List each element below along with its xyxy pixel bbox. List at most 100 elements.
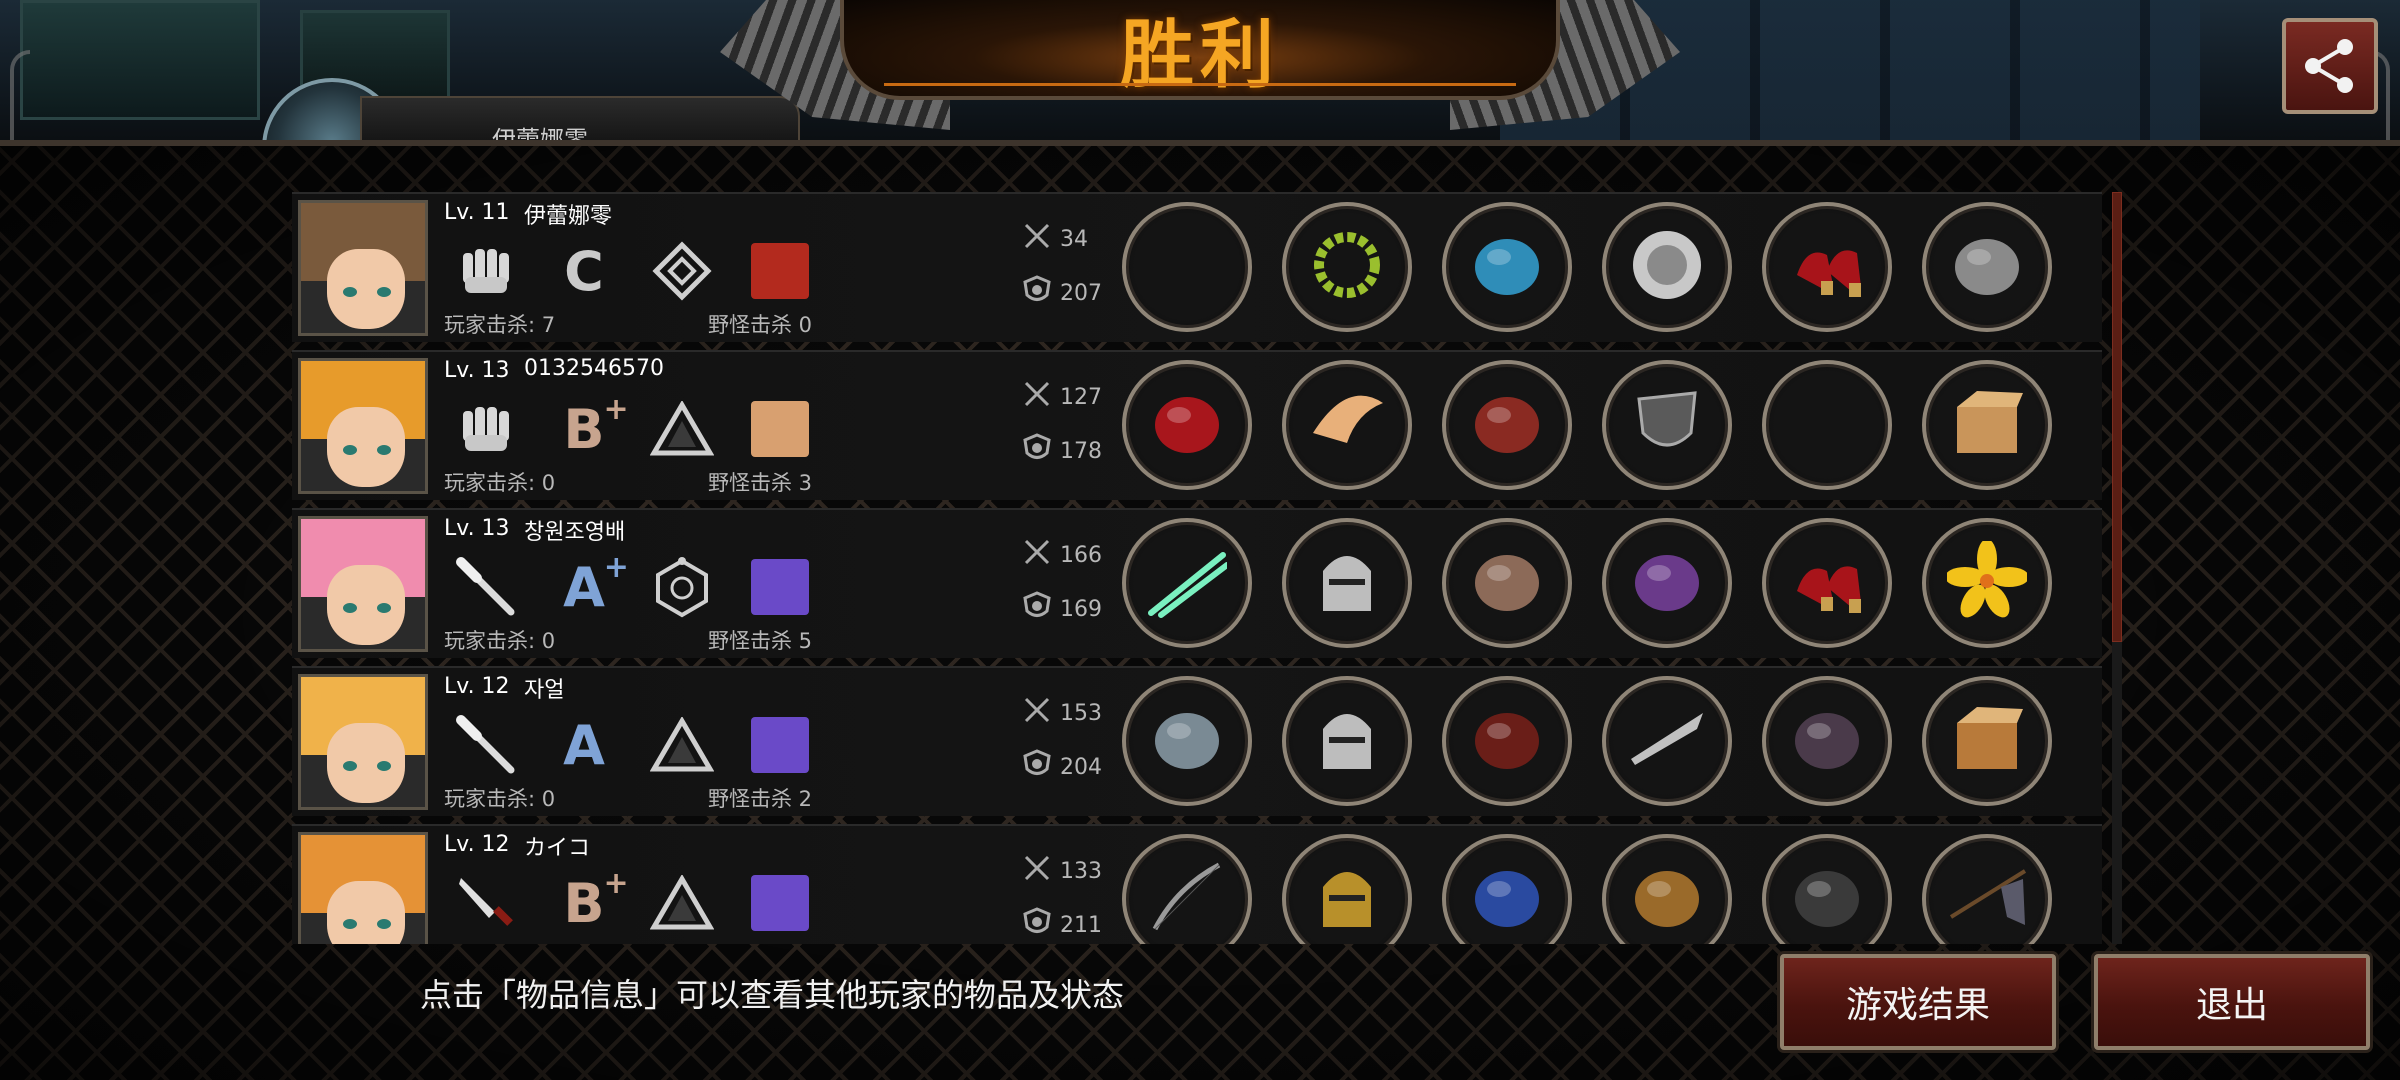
player-kills: 玩家击杀: 0 xyxy=(444,629,556,653)
player-badges: C xyxy=(452,236,814,306)
grade-plus: + xyxy=(603,549,629,585)
scrollbar-thumb[interactable] xyxy=(2112,192,2122,642)
item-slot[interactable] xyxy=(1442,676,1572,806)
game-result-button[interactable]: 游戏结果 xyxy=(1780,954,2056,1050)
item-slot[interactable] xyxy=(1762,360,1892,490)
grade-badge: C xyxy=(550,240,618,303)
knight-helmet-icon xyxy=(1307,699,1387,783)
item-slot[interactable] xyxy=(1602,676,1732,806)
fist-icon xyxy=(452,240,520,302)
grade-badge: B + xyxy=(550,866,628,935)
item-slot[interactable] xyxy=(1122,202,1252,332)
share-button[interactable] xyxy=(2282,18,2378,114)
player-level: Lv. 13 xyxy=(444,358,510,383)
attack-value: 153 xyxy=(1060,700,1102,726)
item-slot[interactable] xyxy=(1922,518,2052,648)
player-row[interactable]: Lv. 12 カイコ B + 133 211 xyxy=(292,824,2102,944)
attack-value: 127 xyxy=(1060,384,1102,410)
item-slot[interactable] xyxy=(1602,834,1732,944)
grade-letter: B xyxy=(563,871,605,935)
bottom-bar: 点击「物品信息」可以查看其他玩家的物品及状态 游戏结果 退出 xyxy=(0,940,2400,1080)
grade-badge: B + xyxy=(550,392,628,461)
player-kills: 玩家击杀: 7 xyxy=(444,313,556,337)
cardboard-box-icon xyxy=(1947,383,2027,467)
player-row[interactable]: Lv. 11 伊蕾娜零 C 玩家击杀: 7 野怪击杀 0 34 207 xyxy=(292,192,2102,342)
share-icon xyxy=(2305,39,2353,93)
item-slot[interactable] xyxy=(1282,518,1412,648)
item-slot[interactable] xyxy=(1762,518,1892,648)
character-mark-icon xyxy=(746,398,814,460)
item-slot[interactable] xyxy=(1282,360,1412,490)
item-slot[interactable] xyxy=(1122,834,1252,944)
exit-button[interactable]: 退出 xyxy=(2094,954,2370,1050)
player-name: 0132546570 xyxy=(524,356,664,381)
defense-stat: 169 xyxy=(1022,591,1102,626)
item-slot[interactable] xyxy=(1602,202,1732,332)
player-badges: B + xyxy=(452,392,814,464)
item-slot[interactable] xyxy=(1122,518,1252,648)
defense-stat: 211 xyxy=(1022,907,1102,942)
item-slot[interactable] xyxy=(1282,676,1412,806)
item-slot[interactable] xyxy=(1282,834,1412,944)
leather-armor-icon xyxy=(1467,541,1547,625)
spear-flag-icon xyxy=(1947,857,2027,941)
gray-armor-icon xyxy=(1947,225,2027,309)
item-slot[interactable] xyxy=(1762,676,1892,806)
item-slot[interactable] xyxy=(1122,360,1252,490)
grade-plus: + xyxy=(603,391,629,427)
red-heels-icon xyxy=(1787,225,1867,309)
attack-stat: 133 xyxy=(1022,854,1102,888)
item-slot[interactable] xyxy=(1602,518,1732,648)
shield-icon xyxy=(1022,433,1052,469)
player-name: 자얼 xyxy=(524,678,565,703)
grade-plus: + xyxy=(603,865,629,901)
player-row[interactable]: Lv. 13 0132546570 B + 玩家击杀: 0 野怪击杀 3 127 … xyxy=(292,350,2102,500)
player-badges: B + xyxy=(452,866,814,938)
item-slots xyxy=(1122,202,2052,332)
player-avatar[interactable] xyxy=(298,358,428,494)
player-name: 창원조영배 xyxy=(524,520,626,545)
list-scrollbar[interactable] xyxy=(2112,192,2122,944)
player-avatar[interactable] xyxy=(298,200,428,336)
player-avatar[interactable] xyxy=(298,516,428,652)
grade-letter: A xyxy=(563,555,605,619)
defense-value: 211 xyxy=(1060,912,1102,938)
player-level: Lv. 12 xyxy=(444,674,510,699)
knife-icon xyxy=(452,872,520,934)
gold-helmet-icon xyxy=(1307,857,1387,941)
item-slot[interactable] xyxy=(1442,202,1572,332)
player-avatar[interactable] xyxy=(298,832,428,944)
triangle-tier-icon xyxy=(648,872,716,934)
victory-banner: 胜利 xyxy=(720,0,1680,130)
item-slot[interactable] xyxy=(1602,360,1732,490)
player-list[interactable]: Lv. 11 伊蕾娜零 C 玩家击杀: 7 野怪击杀 0 34 207 Lv. … xyxy=(292,192,2110,944)
item-slot[interactable] xyxy=(1922,676,2052,806)
item-slot[interactable] xyxy=(1922,360,2052,490)
item-slot[interactable] xyxy=(1762,202,1892,332)
item-slot[interactable] xyxy=(1442,834,1572,944)
player-name: カイコ xyxy=(524,836,591,861)
item-slot[interactable] xyxy=(1762,834,1892,944)
player-row[interactable]: Lv. 12 자얼 A 玩家击杀: 0 野怪击杀 2 153 204 xyxy=(292,666,2102,816)
monster-kills: 野怪击杀 3 xyxy=(708,471,813,495)
item-slot[interactable] xyxy=(1122,676,1252,806)
triangle-tier-icon xyxy=(648,714,716,776)
player-avatar[interactable] xyxy=(298,674,428,810)
crossed-swords-icon xyxy=(1022,221,1052,257)
item-slot[interactable] xyxy=(1282,202,1412,332)
item-slot[interactable] xyxy=(1442,518,1572,648)
red-mask-icon xyxy=(1147,383,1227,467)
fist-icon xyxy=(452,398,520,460)
defense-stat: 204 xyxy=(1022,749,1102,784)
bat-icon xyxy=(452,714,520,776)
item-slot[interactable] xyxy=(1922,202,2052,332)
banner-plate: 胜利 xyxy=(840,0,1560,100)
player-row[interactable]: Lv. 13 창원조영배 A + 玩家击杀: 0 野怪击杀 5 166 169 xyxy=(292,508,2102,658)
crossed-swords-icon xyxy=(1022,537,1052,573)
attack-value: 34 xyxy=(1060,226,1088,252)
item-slot[interactable] xyxy=(1922,834,2052,944)
blue-armor-icon xyxy=(1467,225,1547,309)
diamond-tier-icon xyxy=(648,240,716,302)
item-slot[interactable] xyxy=(1442,360,1572,490)
attack-value: 166 xyxy=(1060,542,1102,568)
